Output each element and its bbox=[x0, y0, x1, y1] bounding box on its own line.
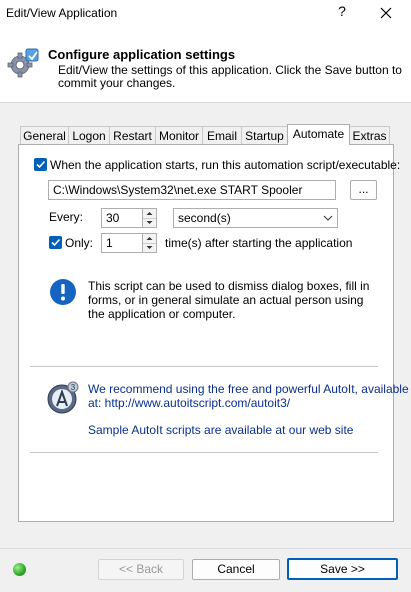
status-indicator-icon bbox=[13, 563, 26, 576]
autoit-samples-text[interactable]: Sample AutoIt scripts are available at o… bbox=[88, 423, 353, 437]
tab-restart[interactable]: Restart bbox=[109, 126, 156, 144]
svg-text:3: 3 bbox=[71, 383, 76, 392]
header-description: Edit/View the settings of this applicati… bbox=[58, 63, 402, 90]
every-spinner[interactable] bbox=[142, 208, 157, 228]
every-value-field[interactable]: 30 bbox=[101, 208, 143, 228]
tab-startup[interactable]: Startup bbox=[241, 126, 288, 144]
autoit-recommend-text: We recommend using the free and powerful… bbox=[88, 382, 409, 396]
cancel-button[interactable]: Cancel bbox=[192, 559, 280, 580]
only-spinner[interactable] bbox=[142, 233, 157, 253]
divider bbox=[30, 366, 378, 367]
time-unit-value: second(s) bbox=[178, 211, 231, 225]
script-path-field[interactable]: C:\Windows\System32\net.exe START Spoole… bbox=[48, 180, 336, 200]
checkmark-icon bbox=[51, 238, 61, 247]
title-bar: Edit/View Application ? bbox=[0, 0, 411, 27]
spin-down-icon[interactable] bbox=[143, 218, 156, 227]
browse-button[interactable]: ... bbox=[350, 180, 377, 200]
tab-extras[interactable]: Extras bbox=[349, 126, 390, 144]
info-text: This script can be used to dismiss dialo… bbox=[88, 279, 370, 321]
automate-panel bbox=[18, 144, 394, 522]
header-banner: Configure application settings Edit/View… bbox=[0, 27, 411, 103]
only-suffix-label: time(s) after starting the application bbox=[165, 236, 353, 250]
tab-monitor[interactable]: Monitor bbox=[155, 126, 203, 144]
window-title: Edit/View Application bbox=[6, 6, 118, 20]
run-script-label: When the application starts, run this au… bbox=[50, 158, 401, 172]
autoit-logo-icon: 3 bbox=[47, 381, 79, 414]
every-label: Every: bbox=[49, 210, 84, 224]
gear-settings-icon bbox=[7, 48, 39, 78]
tab-general[interactable]: General bbox=[20, 126, 69, 144]
footer-divider bbox=[0, 548, 411, 549]
run-script-checkbox[interactable] bbox=[34, 158, 47, 171]
time-unit-select[interactable]: second(s) bbox=[173, 208, 338, 228]
chevron-down-icon bbox=[323, 215, 333, 221]
tab-email[interactable]: Email bbox=[202, 126, 242, 144]
save-button[interactable]: Save >> bbox=[287, 558, 398, 580]
spin-down-icon[interactable] bbox=[143, 243, 156, 252]
back-button[interactable]: << Back bbox=[98, 559, 184, 580]
only-value-field[interactable]: 1 bbox=[101, 233, 143, 253]
info-icon bbox=[50, 279, 76, 305]
tab-logon[interactable]: Logon bbox=[68, 126, 110, 144]
tab-automate[interactable]: Automate bbox=[287, 124, 350, 145]
divider bbox=[30, 452, 378, 453]
help-button[interactable]: ? bbox=[334, 3, 350, 19]
only-checkbox[interactable] bbox=[49, 236, 62, 249]
close-button[interactable] bbox=[372, 2, 400, 24]
header-title: Configure application settings bbox=[48, 47, 236, 62]
autoit-link[interactable]: at: http://www.autoitscript.com/autoit3/ bbox=[88, 396, 290, 410]
checkmark-icon bbox=[36, 160, 46, 169]
only-label: Only: bbox=[65, 236, 94, 250]
close-icon bbox=[380, 7, 392, 19]
